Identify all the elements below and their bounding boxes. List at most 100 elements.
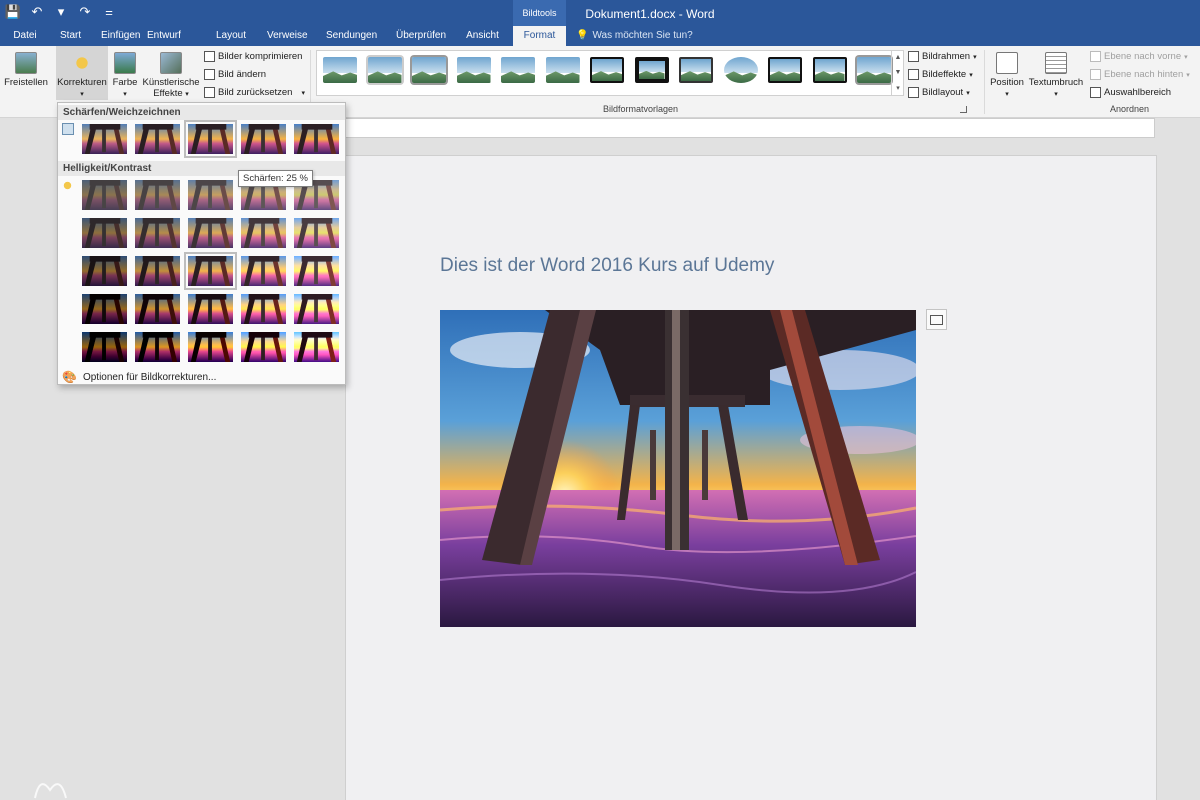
pier-sunset-photo[interactable] <box>440 310 916 627</box>
picture-style-5[interactable] <box>501 57 535 83</box>
wrap-text-icon <box>1045 52 1067 74</box>
ebene-vorne-label: Ebene nach vorne <box>1104 51 1182 62</box>
compress-icon <box>204 51 215 62</box>
brightness-contrast-option[interactable] <box>134 179 181 211</box>
freistellen-button[interactable]: Freistellen <box>3 52 49 88</box>
brightness-contrast-option[interactable] <box>184 252 237 290</box>
picture-styles-gallery <box>316 50 904 96</box>
send-backward-icon <box>1090 69 1101 80</box>
ruler <box>345 118 1155 138</box>
brightness-contrast-option[interactable] <box>240 217 287 249</box>
brightness-contrast-option[interactable] <box>134 293 181 325</box>
position-button[interactable]: Position ▾ <box>988 52 1026 100</box>
bild-zuruecksetzen-button[interactable]: Bild zurücksetzen ▾ <box>204 87 305 98</box>
tab-entwurf[interactable]: Entwurf <box>147 26 181 46</box>
border-icon <box>908 51 919 62</box>
tab-einfügen[interactable]: Einfügen <box>101 26 140 46</box>
sharpen-option-2[interactable] <box>134 123 181 155</box>
brightness-contrast-option[interactable] <box>240 255 287 287</box>
tell-me-search[interactable]: 💡 Was möchten Sie tun? <box>576 26 693 46</box>
korrekturen-button[interactable]: Korrekturen ▾ <box>56 52 108 100</box>
brightness-contrast-option[interactable] <box>134 255 181 287</box>
sharpen-option-1[interactable] <box>81 123 128 155</box>
chevron-down-icon: ▾ <box>973 53 977 61</box>
brightness-contrast-option[interactable] <box>293 293 340 325</box>
brightness-contrast-option[interactable] <box>81 217 128 249</box>
brightness-contrast-option[interactable] <box>134 331 181 363</box>
tab-ansicht[interactable]: Ansicht <box>466 26 499 46</box>
bildlayout-button[interactable]: Bildlayout ▾ <box>908 87 970 98</box>
bildlayout-label: Bildlayout <box>922 87 964 98</box>
tab-start[interactable]: Start <box>60 26 81 46</box>
tab-datei[interactable]: Datei <box>13 26 37 46</box>
tab-verweise[interactable]: Verweise <box>267 26 308 46</box>
bilder-komprimieren-button[interactable]: Bilder komprimieren <box>204 51 302 62</box>
watermark-logo <box>34 783 67 799</box>
brightness-contrast-option[interactable] <box>187 293 234 325</box>
auswahlbereich-button[interactable]: Auswahlbereich <box>1090 87 1171 98</box>
sharpen-option-4[interactable] <box>240 123 287 155</box>
brightness-contrast-option[interactable] <box>81 293 128 325</box>
textumbruch-button[interactable]: Textumbruch ▾ <box>1028 52 1084 100</box>
picture-style-12[interactable] <box>812 57 847 83</box>
sun-icon <box>71 52 93 74</box>
tab-format[interactable]: Format <box>513 26 566 46</box>
brightness-contrast-option[interactable] <box>187 331 234 363</box>
farbe-button[interactable]: Farbe ▾ <box>110 52 140 100</box>
brightness-contrast-option[interactable] <box>293 331 340 363</box>
brightness-contrast-option[interactable] <box>81 255 128 287</box>
anordnen-group-label: Anordnen <box>1110 104 1150 114</box>
gallery-down-icon[interactable]: ▼ <box>892 65 904 80</box>
picture-style-1[interactable] <box>323 57 357 83</box>
brightness-contrast-option[interactable] <box>293 255 340 287</box>
gallery-up-icon[interactable]: ▲ <box>892 50 904 65</box>
kuenstlerische-label-1: Künstlerische <box>142 77 200 88</box>
picture-style-11[interactable] <box>768 57 802 83</box>
gallery-scroll[interactable]: ▲ ▼ ▾ <box>891 50 904 96</box>
chevron-down-icon: ▾ <box>185 91 189 98</box>
picture-style-6[interactable] <box>545 57 580 83</box>
picture-style-3[interactable] <box>412 57 446 83</box>
position-label: Position <box>990 77 1024 88</box>
picture-style-10[interactable] <box>723 57 758 83</box>
chevron-down-icon: ▾ <box>301 89 305 97</box>
tab-layout[interactable]: Layout <box>216 26 246 46</box>
ebene-hinten-button[interactable]: Ebene nach hinten ▾ <box>1090 69 1190 80</box>
color-icon <box>114 52 136 74</box>
bild-aendern-button[interactable]: Bild ändern <box>204 69 266 80</box>
picture-style-7[interactable] <box>590 57 624 83</box>
kuenstlerische-effekte-button[interactable]: Künstlerische Effekte ▾ <box>142 52 200 100</box>
selection-pane-icon <box>1090 87 1101 98</box>
picture-style-8[interactable] <box>634 57 669 83</box>
gallery-more-icon[interactable]: ▾ <box>892 81 904 96</box>
correction-options-icon: 🎨 <box>62 370 77 384</box>
bild-zuruecksetzen-label: Bild zurücksetzen <box>218 87 293 98</box>
brightness-contrast-option[interactable] <box>81 179 128 211</box>
sharpen-option-5[interactable] <box>293 123 340 155</box>
brightness-contrast-option[interactable] <box>134 217 181 249</box>
picture-style-4[interactable] <box>456 57 491 83</box>
tab-sendungen[interactable]: Sendungen <box>326 26 377 46</box>
bildrahmen-button[interactable]: Bildrahmen ▾ <box>908 51 977 62</box>
sharpen-option-3[interactable] <box>184 120 237 158</box>
brightness-contrast-option[interactable] <box>187 217 234 249</box>
tab-überprüfen[interactable]: Überprüfen <box>396 26 446 46</box>
sharpen-tooltip: Schärfen: 25 % <box>238 170 313 187</box>
freistellen-label: Freistellen <box>4 77 48 88</box>
bildeffekte-button[interactable]: Bildeffekte ▾ <box>908 69 973 80</box>
brightness-contrast-option[interactable] <box>240 331 287 363</box>
ebene-vorne-button[interactable]: Ebene nach vorne ▾ <box>1090 51 1188 62</box>
brightness-contrast-option[interactable] <box>293 217 340 249</box>
brightness-contrast-option[interactable] <box>240 293 287 325</box>
ribbon-tabs: 💡 Was möchten Sie tun? Datei Start Einfüge… <box>0 26 1200 46</box>
brightness-contrast-option[interactable] <box>81 331 128 363</box>
brightness-contrast-option[interactable] <box>187 179 234 211</box>
picture-style-13[interactable] <box>857 57 891 83</box>
position-icon <box>996 52 1018 74</box>
document-heading[interactable]: Dies ist der Word 2016 Kurs auf Udemy <box>440 255 774 277</box>
picture-style-2[interactable] <box>367 57 402 83</box>
correction-options-link[interactable]: 🎨 Optionen für Bildkorrekturen... <box>62 370 216 384</box>
picture-style-9[interactable] <box>679 57 713 83</box>
layout-options-button[interactable] <box>926 309 947 330</box>
dialog-launcher-icon[interactable] <box>960 106 967 113</box>
